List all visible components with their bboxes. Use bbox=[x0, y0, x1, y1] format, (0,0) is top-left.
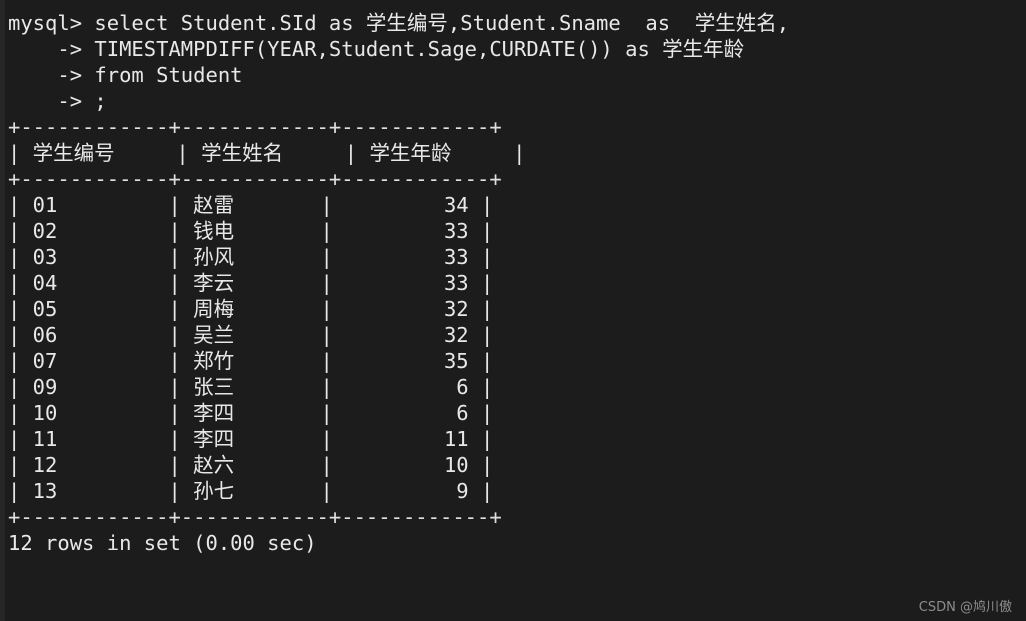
csdn-watermark: CSDN @鸠川傲 bbox=[918, 600, 1012, 615]
table-row: | 09 | 张三 | 6 | bbox=[8, 375, 494, 399]
query-line-2: -> TIMESTAMPDIFF(YEAR,Student.Sage,CURDA… bbox=[8, 37, 745, 61]
terminal-screen[interactable]: mysql> select Student.SId as 学生编号,Studen… bbox=[5, 0, 1026, 621]
table-row: | 11 | 李四 | 11 | bbox=[8, 427, 494, 451]
table-row: | 07 | 郑竹 | 35 | bbox=[8, 349, 494, 373]
table-row: | 01 | 赵雷 | 34 | bbox=[8, 193, 494, 217]
table-border-bottom: +------------+------------+------------+ bbox=[8, 505, 502, 529]
table-row: | 04 | 李云 | 33 | bbox=[8, 271, 494, 295]
table-border-top: +------------+------------+------------+ bbox=[8, 115, 502, 139]
query-block: mysql> select Student.SId as 学生编号,Studen… bbox=[8, 10, 1026, 114]
query-line-3: -> from Student bbox=[8, 63, 243, 87]
table-header-row: | 学生编号 | 学生姓名 | 学生年龄 | bbox=[8, 141, 526, 165]
table-border-mid: +------------+------------+------------+ bbox=[8, 167, 502, 191]
table-row: | 12 | 赵六 | 10 | bbox=[8, 453, 494, 477]
table-row: | 05 | 周梅 | 32 | bbox=[8, 297, 494, 321]
table-row: | 03 | 孙风 | 33 | bbox=[8, 245, 494, 269]
terminal-window[interactable]: mysql> select Student.SId as 学生编号,Studen… bbox=[0, 0, 1026, 621]
query-line-4: -> ; bbox=[8, 89, 107, 113]
status-line: 12 rows in set (0.00 sec) bbox=[8, 531, 317, 555]
table-row: | 06 | 吴兰 | 32 | bbox=[8, 323, 494, 347]
query-line-1: mysql> select Student.SId as 学生编号,Studen… bbox=[8, 11, 790, 35]
result-table: +------------+------------+------------+… bbox=[8, 114, 1026, 530]
table-row: | 02 | 钱电 | 33 | bbox=[8, 219, 494, 243]
table-row: | 13 | 孙七 | 9 | bbox=[8, 479, 494, 503]
table-row: | 10 | 李四 | 6 | bbox=[8, 401, 494, 425]
